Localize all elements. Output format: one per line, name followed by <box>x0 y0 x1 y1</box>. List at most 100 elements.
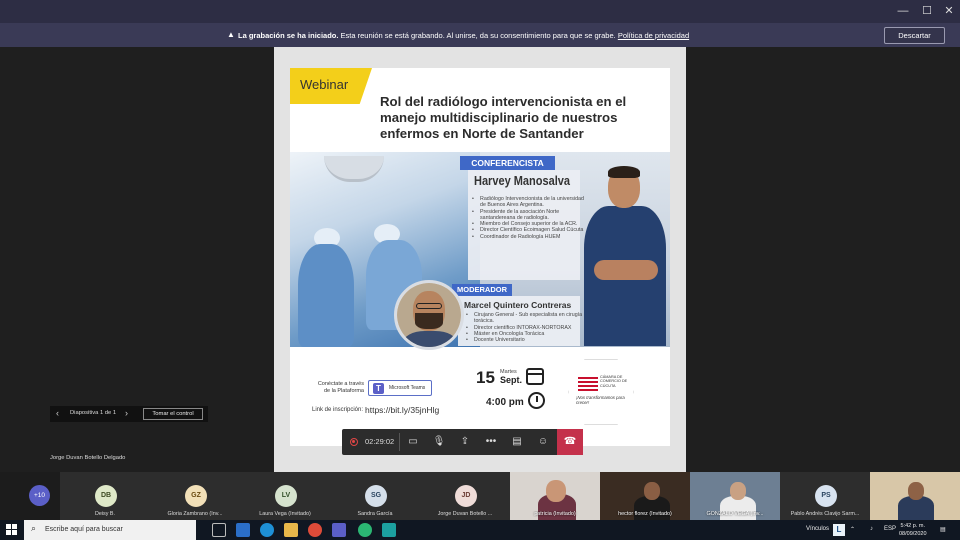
taskbar-search-input[interactable]: ⌕ Escribe aquí para buscar <box>24 520 196 540</box>
clock-date: 08/09/2020 <box>899 531 927 537</box>
participants-icon[interactable]: ☺ <box>532 433 554 451</box>
participant-name: Laura Vega (Invitado) <box>259 511 311 517</box>
chamber-slogan: ¡Nos transformamos para crecer! <box>576 395 625 405</box>
webinar-slide: Webinar Rol del radiólogo intervencionis… <box>290 68 670 446</box>
tray-app-icon[interactable]: L <box>833 524 845 536</box>
slide-title: Rol del radiólogo intervencionista en el… <box>380 94 627 141</box>
avatar: SG <box>365 485 387 507</box>
event-time: 4:00 pm <box>486 397 524 408</box>
chevron-up-icon[interactable]: ⌃ <box>850 526 855 533</box>
chamber-logo <box>568 359 634 425</box>
search-icon: ⌕ <box>31 523 37 533</box>
url-label: Link de inscripción: <box>312 407 364 413</box>
edge-icon[interactable] <box>260 523 274 537</box>
avatar: GZ <box>185 485 207 507</box>
connect-line-2: de la Plataforma <box>323 388 364 394</box>
list-item: Presidente de la asociación Norte santan… <box>472 209 584 222</box>
app-icon[interactable] <box>382 523 396 537</box>
recording-banner: ▲ La grabación se ha iniciado. Esta reun… <box>0 23 960 47</box>
file-explorer-icon[interactable] <box>284 523 298 537</box>
participant-name: Sandra García <box>357 511 393 517</box>
avatar: PS <box>815 485 837 507</box>
task-view-icon[interactable] <box>212 523 226 537</box>
participant-tile[interactable]: PS Pablo Andrés Clavijo Sarm... <box>780 472 870 520</box>
recording-title: La grabación se ha iniciado. <box>238 31 339 40</box>
meeting-controls: 02:29:02 ▭ 🎙 ⇪ ••• ▤ ☺ ☎ <box>342 429 583 455</box>
recording-icon <box>350 438 358 446</box>
recording-message: La grabación se ha iniciado. Esta reunió… <box>238 31 689 40</box>
moderator-name: Marcel Quintero Contreras <box>464 300 572 310</box>
divider <box>399 433 400 451</box>
participant-tile[interactable]: GZ Gloria Zambrano (Inv... <box>150 472 240 520</box>
chamber-flag-icon <box>578 377 598 391</box>
teams-meeting-window: — ☐ ✕ ▲ La grabación se ha iniciado. Est… <box>0 0 960 540</box>
chat-icon[interactable]: ▤ <box>506 433 528 451</box>
close-icon[interactable]: ✕ <box>934 0 960 23</box>
clock-time: 5:42 p. m. <box>900 523 925 529</box>
app-icon[interactable] <box>358 523 372 537</box>
participant-tile[interactable]: DB Deisy B. <box>60 472 150 520</box>
calendar-icon <box>526 368 544 385</box>
more-icon[interactable]: ••• <box>480 433 502 451</box>
next-slide-icon[interactable]: › <box>125 408 128 418</box>
warning-icon: ▲ <box>227 30 235 39</box>
speaker-band: CONFERENCISTA <box>460 156 555 170</box>
hangup-button[interactable]: ☎ <box>557 429 583 455</box>
more-participants-button[interactable]: +10 <box>29 485 50 506</box>
registration-url: https://bit.ly/35jnHlg <box>365 405 440 415</box>
participant-name: Gloria Zambrano (Inv... <box>167 511 223 517</box>
teams-badge: T Microsoft Teams <box>368 380 432 396</box>
prev-slide-icon[interactable]: ‹ <box>56 408 59 418</box>
app-icon[interactable] <box>236 523 250 537</box>
meeting-timer: 02:29:02 <box>365 437 395 446</box>
participant-tile[interactable]: SG Sandra García <box>330 472 420 520</box>
speaker-name: Harvey Manosalva <box>474 174 571 188</box>
language-indicator[interactable]: ESP <box>884 526 896 532</box>
share-icon[interactable]: ⇪ <box>454 433 476 451</box>
windows-start-icon[interactable] <box>6 524 18 536</box>
links-toolbar[interactable]: Vínculos <box>806 526 829 532</box>
moderator-photo <box>394 280 464 350</box>
date-day: 15 <box>476 368 495 387</box>
list-item: Docente Universitario <box>466 337 586 344</box>
mic-icon[interactable]: 🎙 <box>428 433 450 451</box>
take-control-button[interactable]: Tomar el control <box>143 408 203 420</box>
search-placeholder: Escribe aquí para buscar <box>45 526 123 533</box>
notifications-icon[interactable]: ▤ <box>940 526 946 533</box>
participant-name: Jorge Duvan Botello ... <box>437 511 493 517</box>
chrome-icon[interactable] <box>308 523 322 537</box>
taskbar-clock[interactable]: 5:42 p. m. 08/09/2020 <box>899 522 927 538</box>
participant-name: hector florez (Invitado) <box>618 511 672 517</box>
list-item: Radiólogo Intervencionista de la univers… <box>472 196 584 209</box>
platform-name: Microsoft Teams <box>389 385 426 391</box>
webinar-label: Webinar <box>300 77 349 92</box>
participant-tile[interactable]: JD Jorge Duvan Botello ... <box>420 472 510 520</box>
participant-video-tile[interactable]: GONZALO VEGA (Inv... <box>690 472 780 520</box>
avatar: JD <box>455 485 477 507</box>
surgeon-figure-icon <box>298 244 354 347</box>
participant-video-tile[interactable]: patricia (Invitado) <box>510 472 600 520</box>
presentation-navigator: ‹ Diapositiva 1 de 1 › Tomar el control <box>50 406 208 422</box>
volume-icon[interactable]: ♪ <box>870 526 873 532</box>
connect-line-1: Conéctate a través <box>317 381 364 387</box>
presenter-name: Jorge Duvan Botello Delgado <box>50 455 126 461</box>
slide-counter: Diapositiva 1 de 1 <box>70 410 117 416</box>
participant-name: patricia (Invitado) <box>534 511 576 517</box>
dismiss-button[interactable]: Descartar <box>884 27 945 44</box>
teams-icon[interactable] <box>332 523 346 537</box>
participant-video-tile[interactable]: hector florez (Invitado) <box>600 472 690 520</box>
privacy-link[interactable]: Política de privacidad <box>618 31 689 40</box>
list-item: Coordinador de Radiología HUEM <box>472 234 584 241</box>
participant-name: GONZALO VEGA (Inv... <box>706 511 764 517</box>
clock-icon <box>528 392 545 409</box>
moderator-bullets: Cirujano General - Sub especialista en c… <box>466 312 586 344</box>
participant-video-tile[interactable] <box>870 472 960 520</box>
avatar: DB <box>95 485 117 507</box>
title-bar: — ☐ ✕ <box>0 0 960 23</box>
chamber-name: CÁMARA DE COMERCIO DE CÚCUTA <box>600 375 628 388</box>
moderator-band: MODERADOR <box>452 284 512 296</box>
participant-tile[interactable]: LV Laura Vega (Invitado) <box>240 472 330 520</box>
participant-name: Deisy B. <box>94 511 116 517</box>
camera-icon[interactable]: ▭ <box>402 433 424 451</box>
teams-icon: T <box>373 383 384 394</box>
